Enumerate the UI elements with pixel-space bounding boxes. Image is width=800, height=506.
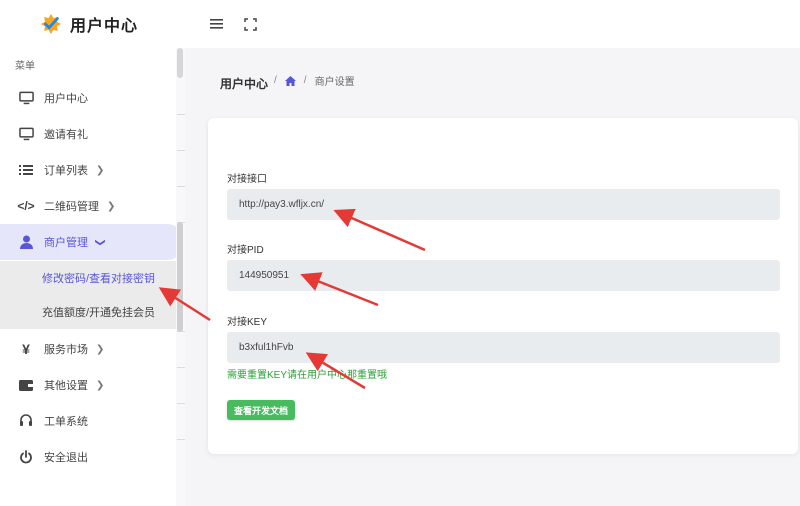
top-bar bbox=[185, 0, 800, 48]
code-icon: </> bbox=[17, 199, 35, 213]
chevron-right-icon: ❯ bbox=[107, 200, 116, 212]
logo-icon bbox=[40, 13, 62, 35]
sidebar-item-label: 商户管理 bbox=[44, 237, 88, 249]
wallet-icon bbox=[17, 376, 35, 394]
api-endpoint-label: 对接接口 bbox=[227, 174, 267, 185]
merchant-settings-card: 对接接口 http://pay3.wfljx.cn/ 对接PID 1449509… bbox=[208, 118, 798, 454]
pid-field[interactable]: 144950951 bbox=[227, 260, 780, 291]
yen-icon: ¥ bbox=[22, 341, 30, 357]
chevron-right-icon: ❯ bbox=[96, 343, 105, 355]
fullscreen-icon[interactable] bbox=[241, 15, 259, 33]
sidebar-item-label: 二维码管理 bbox=[44, 201, 99, 213]
menu-caption: 菜单 bbox=[15, 61, 35, 72]
menu-toggle-icon[interactable] bbox=[207, 15, 225, 33]
sidebar-scrollbar-thumb-2[interactable] bbox=[177, 222, 183, 332]
chevron-down-icon: ❯ bbox=[94, 237, 106, 247]
sidebar-item-label: 用户中心 bbox=[44, 93, 88, 105]
power-icon bbox=[17, 448, 35, 466]
brand-logo[interactable]: 用户中心 bbox=[0, 0, 185, 48]
page-title: 用户中心 bbox=[220, 77, 269, 91]
headset-icon bbox=[17, 412, 35, 430]
sidebar-scrollbar-thumb[interactable] bbox=[177, 48, 183, 78]
view-dev-docs-button[interactable]: 查看开发文档 bbox=[227, 400, 295, 420]
submenu-item-password-key[interactable]: 修改密码/查看对接密钥 bbox=[0, 261, 185, 295]
merchant-submenu: 修改密码/查看对接密钥 充值额度/开通免挂会员 bbox=[0, 261, 185, 329]
pid-label: 对接PID bbox=[227, 245, 264, 256]
list-icon bbox=[17, 161, 35, 179]
brand-name: 用户中心 bbox=[70, 18, 139, 35]
sidebar-item-invite[interactable]: 邀请有礼 bbox=[0, 116, 176, 152]
monitor-icon bbox=[17, 89, 35, 107]
sidebar-item-label: 其他设置 bbox=[44, 380, 88, 392]
reset-key-hint: 需要重置KEY请在用户中心那重置哦 bbox=[227, 370, 388, 381]
user-icon bbox=[17, 233, 35, 251]
api-endpoint-field[interactable]: http://pay3.wfljx.cn/ bbox=[227, 189, 780, 220]
breadcrumb-separator: / bbox=[274, 75, 277, 86]
chevron-right-icon: ❯ bbox=[96, 164, 105, 176]
sidebar-item-service-market[interactable]: ¥ 服务市场 ❯ bbox=[0, 331, 176, 367]
sidebar-item-merchant[interactable]: 商户管理 ❯ bbox=[0, 224, 185, 260]
breadcrumb-current: 商户设置 bbox=[314, 77, 355, 88]
submenu-item-recharge[interactable]: 充值额度/开通免挂会员 bbox=[0, 295, 185, 329]
sidebar-item-logout[interactable]: 安全退出 bbox=[0, 439, 176, 475]
breadcrumb-separator: / bbox=[303, 75, 307, 86]
sidebar-item-label: 工单系统 bbox=[44, 416, 88, 428]
key-label: 对接KEY bbox=[227, 317, 268, 328]
key-field[interactable]: b3xful1hFvb bbox=[227, 332, 780, 363]
chevron-right-icon: ❯ bbox=[96, 379, 105, 391]
sidebar-item-orders[interactable]: 订单列表 ❯ bbox=[0, 152, 176, 188]
breadcrumb: 用户中心 / / 商户设置 bbox=[220, 72, 355, 91]
sidebar-item-tickets[interactable]: 工单系统 bbox=[0, 403, 176, 439]
sidebar-item-user-center[interactable]: 用户中心 bbox=[0, 80, 176, 116]
sidebar-item-label: 邀请有礼 bbox=[44, 129, 88, 141]
monitor-icon bbox=[17, 125, 35, 143]
sidebar-item-qrcode[interactable]: </> 二维码管理 ❯ bbox=[0, 188, 176, 224]
sidebar-item-label: 订单列表 bbox=[44, 165, 88, 177]
sidebar-item-label: 服务市场 bbox=[44, 344, 88, 356]
home-icon[interactable] bbox=[284, 75, 296, 86]
sidebar-item-other-settings[interactable]: 其他设置 ❯ bbox=[0, 367, 176, 403]
sidebar-item-label: 安全退出 bbox=[44, 452, 88, 464]
sidebar: 用户中心 菜单 用户中心 邀请有礼 订单列表 ❯ </> 二维码管理 ❯ 商户管… bbox=[0, 0, 185, 506]
